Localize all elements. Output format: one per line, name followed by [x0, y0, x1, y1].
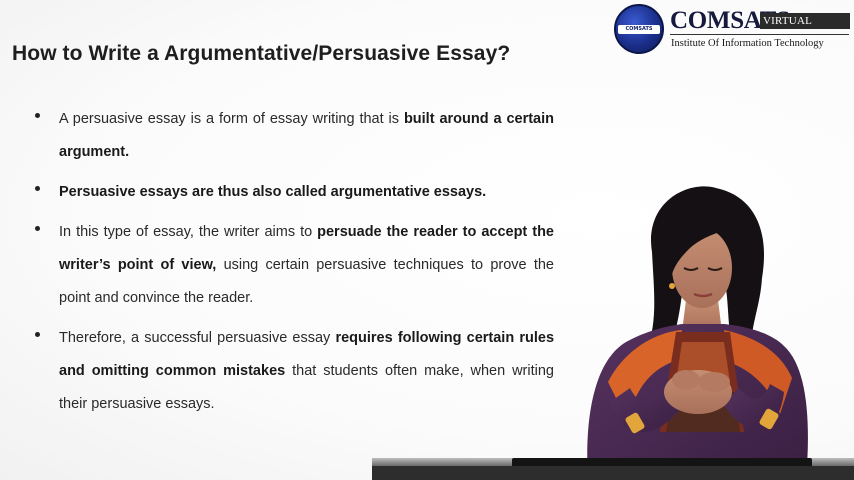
logo-badge: VIRTUAL CAMPUS	[760, 13, 850, 43]
bullet-icon	[35, 186, 40, 191]
bullet-icon	[35, 113, 40, 118]
slide-title: How to Write a Argumentative/Persuasive …	[12, 42, 511, 65]
seal-text: COMSATS	[618, 25, 660, 34]
bullet-item: In this type of essay, the writer aims t…	[34, 216, 554, 315]
bullet-text: Persuasive essays are thus also called a…	[59, 176, 554, 209]
comsats-logo: COMSATS COMSATS VIRTUAL CAMPUS Institute…	[614, 4, 850, 56]
logo-subtitle: Institute Of Information Technology	[671, 38, 824, 49]
presenter-figure	[587, 186, 808, 480]
desk	[372, 466, 854, 480]
bullet-item: Therefore, a successful persuasive essay…	[34, 322, 554, 421]
logo-divider	[670, 34, 849, 35]
bullet-run-bold: Persuasive essays are thus also called a…	[59, 184, 487, 200]
comsats-seal-icon: COMSATS	[614, 4, 664, 54]
bullet-text: A persuasive essay is a form of essay wr…	[59, 103, 554, 169]
bullet-text: Therefore, a successful persuasive essay…	[59, 322, 554, 421]
bullet-run: In this type of essay, the writer aims t…	[59, 224, 318, 240]
bullet-icon	[35, 226, 40, 231]
bullet-item: Persuasive essays are thus also called a…	[34, 176, 554, 209]
bullet-list: A persuasive essay is a form of essay wr…	[34, 103, 554, 428]
bullet-text: In this type of essay, the writer aims t…	[59, 216, 554, 315]
bullet-item: A persuasive essay is a form of essay wr…	[34, 103, 554, 169]
bullet-icon	[35, 332, 40, 337]
bullet-run: A persuasive essay is a form of essay wr…	[59, 111, 404, 127]
bullet-run: Therefore, a successful persuasive essay	[59, 330, 336, 346]
